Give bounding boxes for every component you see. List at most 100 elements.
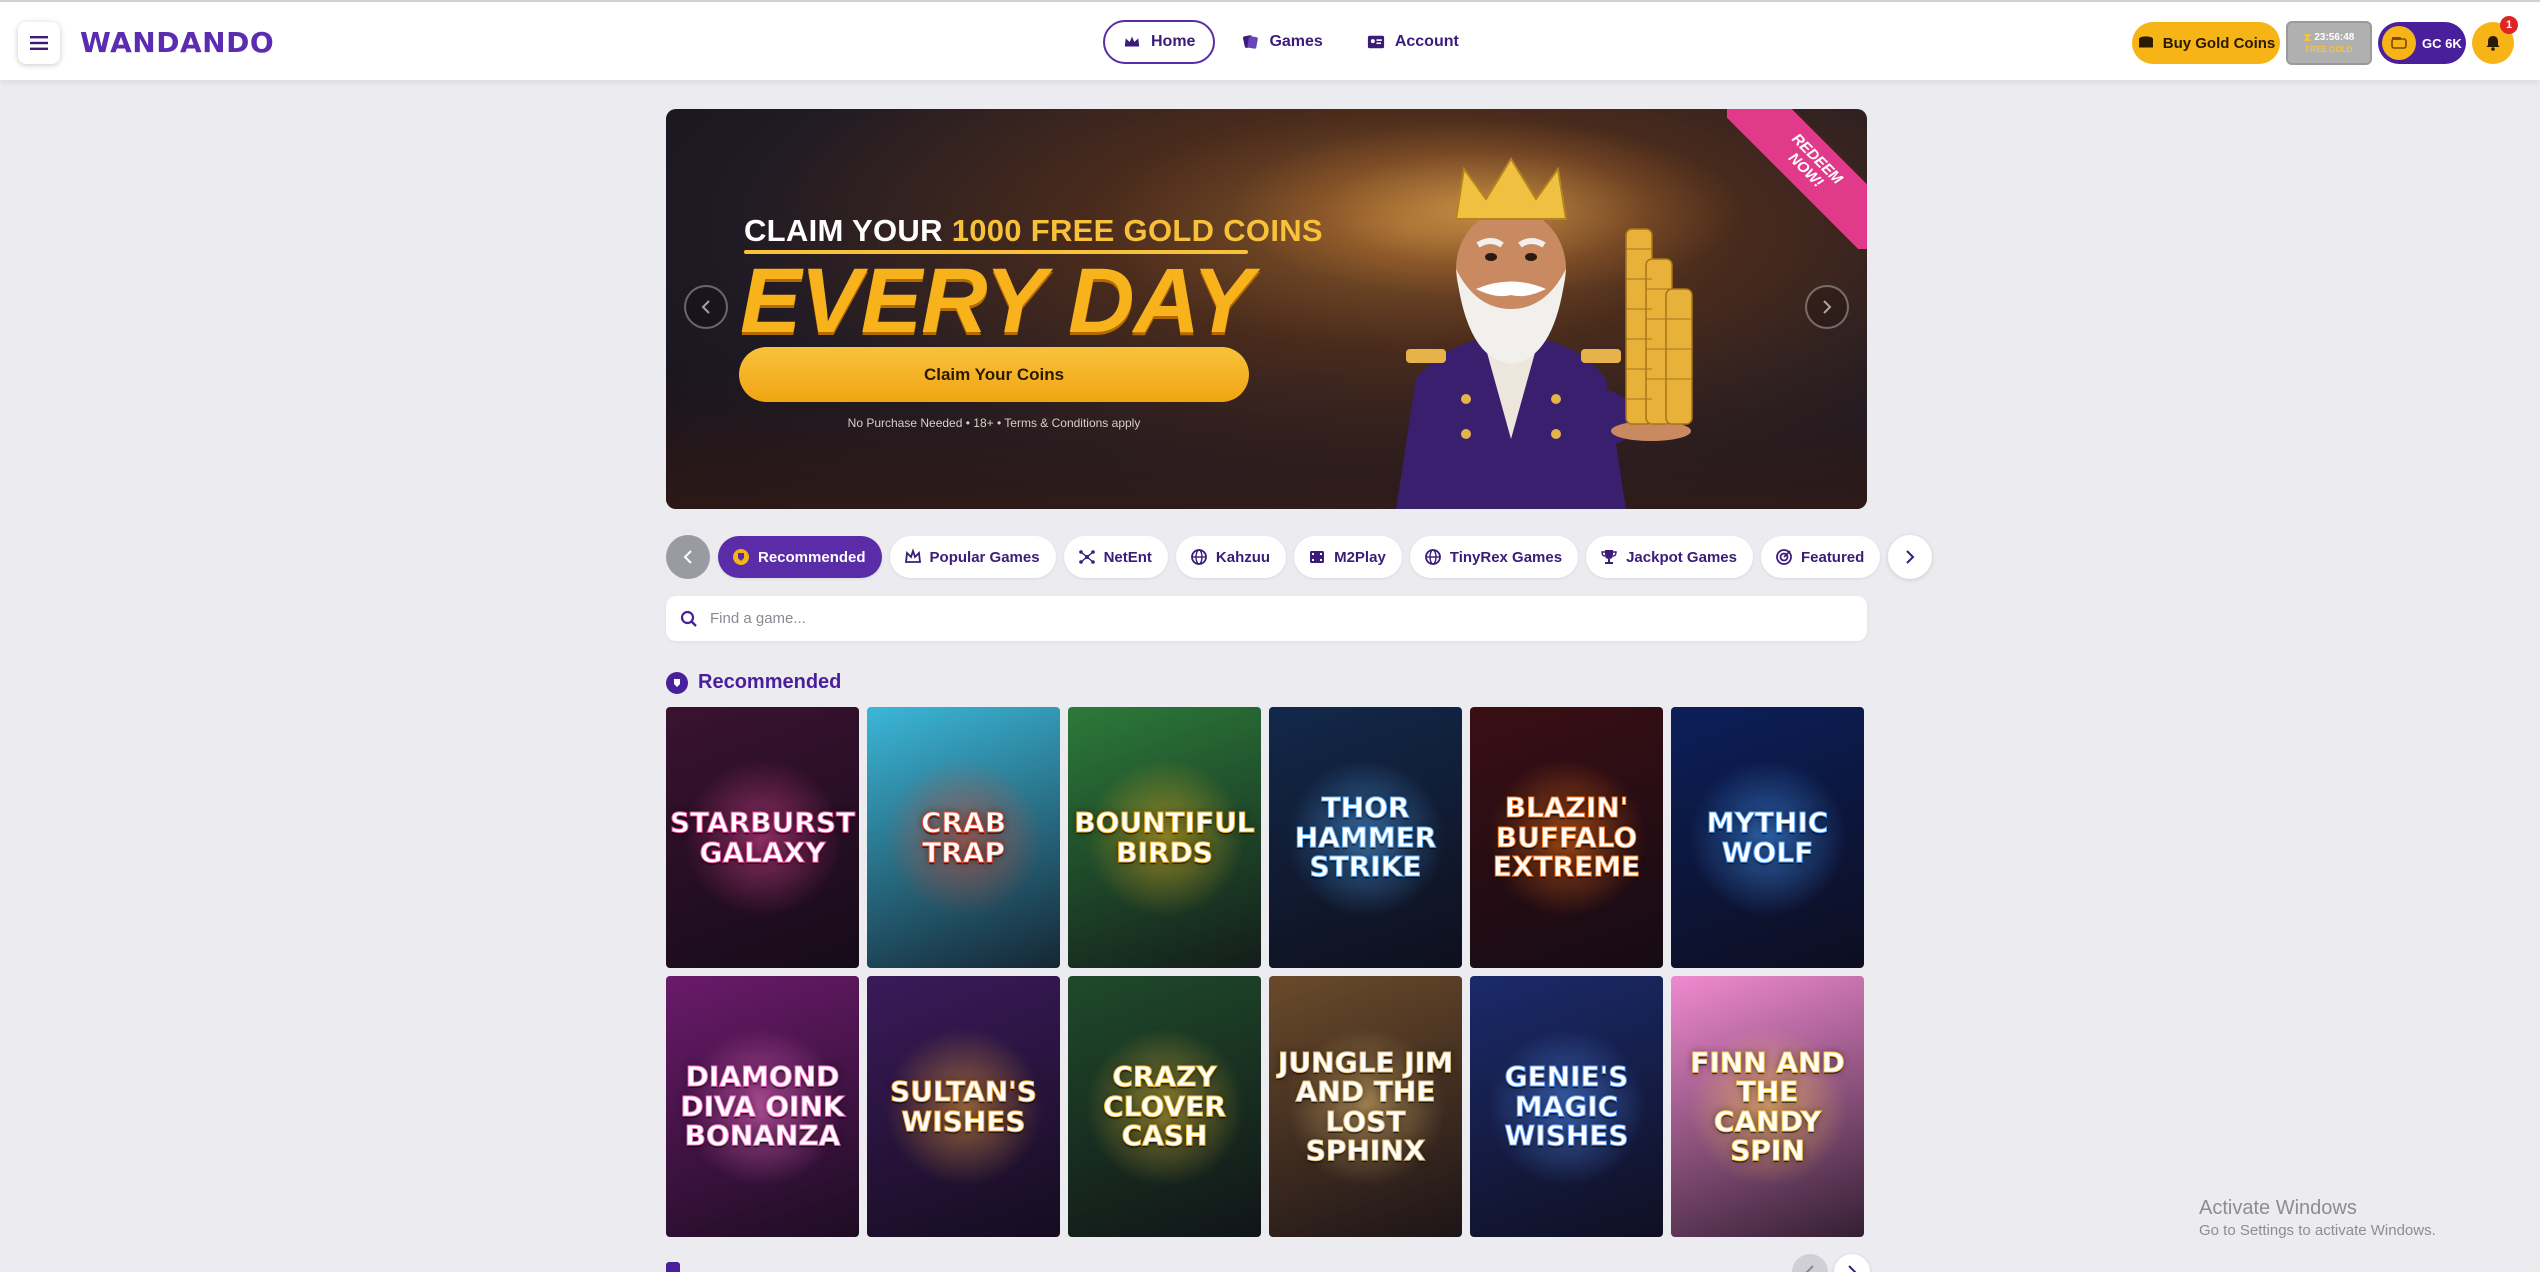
main-nav: Home Games Account: [1103, 20, 1477, 64]
globe-icon: [1191, 549, 1207, 565]
daily-bonus-timer[interactable]: ⧗ 23:56:48 FREE GOLD: [2286, 21, 2372, 65]
game-tile[interactable]: Thor Hammer Strike: [1269, 707, 1462, 968]
timer-value: 23:56:48: [2314, 32, 2355, 44]
claim-coins-button[interactable]: Claim Your Coins: [739, 347, 1249, 402]
globe-icon: [1424, 549, 1441, 565]
notifications-button[interactable]: 1: [2472, 16, 2518, 64]
category-kahzuu[interactable]: Kahzuu: [1175, 536, 1287, 578]
nav-home-label: Home: [1151, 33, 1196, 50]
site-logo[interactable]: WANDANDO: [80, 24, 274, 60]
gold-coin-balance[interactable]: GC 6K: [2378, 22, 2466, 64]
banner-next-button[interactable]: [1805, 285, 1849, 329]
game-title: Sultan's Wishes: [890, 1075, 1038, 1138]
game-title: Bountiful Birds: [1074, 806, 1256, 869]
buy-gold-coins-button[interactable]: Buy Gold Coins: [2132, 22, 2280, 64]
account-card-icon: [1367, 35, 1384, 49]
redeem-ribbon[interactable]: REDEEM NOW!: [1727, 109, 1867, 249]
game-tile[interactable]: Crab Trap: [867, 707, 1060, 968]
chevron-left-icon: [1805, 1265, 1814, 1272]
chevron-right-icon: [1823, 300, 1832, 314]
category-label: Popular Games: [929, 548, 1040, 566]
game-title: Diamond Diva Oink Bonanza: [680, 1060, 845, 1153]
top-navbar: WANDANDO Home Games Account Buy Gold Coi…: [0, 0, 2540, 80]
section-heading: Recommended: [666, 671, 841, 694]
row-prev-button[interactable]: [1792, 1254, 1828, 1272]
crown-icon: [1124, 36, 1140, 47]
hero-headline-prefix: CLAIM YOUR: [744, 213, 952, 248]
game-tile[interactable]: Crazy Clover Cash: [1068, 976, 1261, 1237]
target-icon: [1776, 549, 1792, 565]
category-filter-bar: Recommended Popular Games NetEnt Kahzuu …: [666, 535, 1933, 579]
category-recommended[interactable]: Recommended: [718, 536, 882, 578]
logo-text: WANDANDO: [80, 25, 275, 59]
section-title-text: Recommended: [698, 671, 842, 693]
game-tile[interactable]: Mythic Wolf: [1671, 707, 1864, 968]
nav-home[interactable]: Home: [1103, 20, 1216, 64]
game-title: Crab Trap: [920, 806, 1007, 869]
category-label: Jackpot Games: [1626, 548, 1737, 566]
row-next-button[interactable]: [1834, 1254, 1870, 1272]
watermark-line2: Go to Settings to activate Windows.: [2199, 1222, 2436, 1239]
game-search-bar[interactable]: [666, 596, 1867, 641]
network-icon: [1078, 550, 1095, 564]
game-tile[interactable]: Blazin' Buffalo Extreme: [1470, 707, 1663, 968]
chevron-right-icon: [1906, 550, 1915, 564]
hamburger-icon: [30, 36, 48, 50]
category-netent[interactable]: NetEnt: [1063, 536, 1168, 578]
bell-icon: [2486, 36, 2500, 51]
game-tile[interactable]: Bountiful Birds: [1068, 707, 1261, 968]
balance-value: GC 6K: [2422, 35, 2462, 51]
game-tile[interactable]: Diamond Diva Oink Bonanza: [666, 976, 859, 1237]
game-title: Starburst Galaxy: [669, 806, 856, 869]
game-title: Finn and the Candy Spin: [1690, 1045, 1846, 1167]
chevron-left-icon: [683, 550, 692, 564]
timer-sublabel: FREE GOLD: [2305, 44, 2353, 54]
game-tile[interactable]: Jungle Jim and the Lost Sphinx: [1269, 976, 1462, 1237]
category-label: Recommended: [758, 548, 866, 566]
game-tile[interactable]: Genie's Magic Wishes: [1470, 976, 1663, 1237]
hamburger-menu-button[interactable]: [18, 22, 60, 64]
game-grid: Starburst Galaxy Crab Trap Bountiful Bir…: [666, 707, 1868, 1237]
category-label: Featured: [1800, 548, 1865, 566]
category-label: M2Play: [1334, 548, 1386, 566]
hero-disclaimer: No Purchase Needed • 18+ • Terms & Condi…: [847, 416, 1141, 430]
category-m2play[interactable]: M2Play: [1294, 536, 1402, 578]
game-tile[interactable]: Finn and the Candy Spin: [1671, 976, 1864, 1237]
next-section-icon: [666, 1262, 680, 1272]
nav-games[interactable]: Games: [1223, 20, 1340, 64]
game-title: Mythic Wolf: [1706, 806, 1829, 869]
category-label: TinyRex Games: [1449, 548, 1563, 566]
hourglass-icon: ⧗: [2303, 31, 2312, 44]
watermark-line1: Activate Windows: [2199, 1197, 2357, 1219]
film-icon: [1310, 551, 1325, 563]
search-input[interactable]: [710, 610, 1810, 627]
category-featured[interactable]: Featured: [1760, 536, 1881, 578]
hero-headline-top: CLAIM YOUR 1000 FREE GOLD COINS: [744, 213, 1323, 249]
gold-coin-icon: [2382, 26, 2416, 60]
windows-activation-watermark: Activate Windows Go to Settings to activ…: [2199, 1195, 2436, 1241]
category-tinyrex-games[interactable]: TinyRex Games: [1409, 536, 1579, 578]
category-jackpot-games[interactable]: Jackpot Games: [1586, 536, 1753, 578]
banner-prev-button[interactable]: [684, 285, 728, 329]
nav-account[interactable]: Account: [1349, 20, 1477, 64]
games-icon: [1243, 35, 1259, 49]
category-label: NetEnt: [1103, 548, 1152, 566]
game-tile[interactable]: Sultan's Wishes: [867, 976, 1060, 1237]
game-title: Genie's Magic Wishes: [1504, 1060, 1629, 1153]
chevron-right-icon: [1848, 1265, 1857, 1272]
buy-gold-coins-label: Buy Gold Coins: [2162, 34, 2276, 52]
notification-badge: 1: [2500, 16, 2518, 34]
category-popular-games[interactable]: Popular Games: [889, 536, 1056, 578]
game-title: Thor Hammer Strike: [1294, 791, 1437, 884]
categories-next-button[interactable]: [1888, 535, 1933, 579]
hero-headline-highlight: 1000 FREE GOLD COINS: [951, 213, 1323, 248]
game-title: Crazy Clover Cash: [1103, 1060, 1227, 1153]
game-title: Blazin' Buffalo Extreme: [1492, 791, 1641, 884]
badge-icon: [666, 671, 688, 694]
nav-games-label: Games: [1269, 33, 1323, 50]
categories-prev-button[interactable]: [666, 535, 710, 579]
category-label: Kahzuu: [1215, 548, 1271, 566]
promo-banner[interactable]: CLAIM YOUR 1000 FREE GOLD COINS EVERY DA…: [666, 109, 1867, 509]
game-tile[interactable]: Starburst Galaxy: [666, 707, 859, 968]
hero-headline-main: EVERY DAY: [740, 250, 1254, 352]
